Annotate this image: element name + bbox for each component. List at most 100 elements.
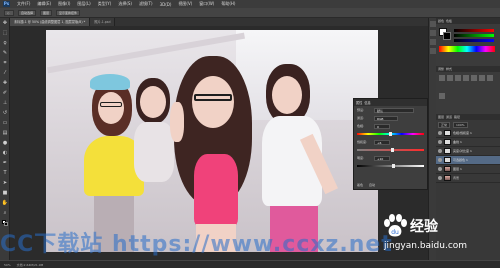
menu-layer[interactable]: 图层(L)	[77, 1, 90, 7]
history-brush-tool-icon[interactable]: ↺	[1, 109, 9, 117]
menu-window[interactable]: 窗口(W)	[199, 1, 214, 7]
hue-value-field[interactable]: 0	[374, 123, 390, 129]
blue-slider[interactable]	[454, 39, 494, 42]
auto-select-target[interactable]: 图层	[40, 9, 53, 16]
visibility-eye-icon[interactable]	[438, 140, 442, 144]
dodge-tool-icon[interactable]: ◐	[1, 149, 9, 157]
red-slider[interactable]	[454, 29, 494, 32]
menu-image[interactable]: 图像(I)	[58, 1, 70, 7]
status-bar: 50% 文档:2.64M/21.9M	[0, 260, 500, 268]
visibility-eye-icon[interactable]	[438, 176, 442, 180]
lightness-slider[interactable]	[357, 164, 424, 168]
eyedropper-tool-icon[interactable]: ⁄	[1, 69, 9, 77]
auto-select-checkbox[interactable]: 自动选择	[18, 9, 37, 16]
hand-tool-icon[interactable]: ✋	[1, 199, 9, 207]
menu-view[interactable]: 视图(V)	[178, 1, 192, 7]
move-tool-preset[interactable]: ◇	[4, 9, 14, 16]
hue-slider[interactable]	[357, 132, 424, 136]
pen-tool-icon[interactable]: ✒	[1, 159, 9, 167]
vibrance-icon[interactable]	[471, 75, 477, 81]
tab-properties[interactable]: 属性	[356, 100, 362, 105]
properties-panel-header: 属性 信息	[354, 99, 427, 106]
layer-row[interactable]: 亮度/对比度 1	[436, 147, 500, 156]
preset-select[interactable]: 默认	[374, 107, 414, 113]
properties-panel: 属性 信息 预设: 默认 通道: RGB 色相: 0 饱和度: +6 明度: +…	[353, 98, 428, 190]
curves-icon[interactable]	[455, 75, 461, 81]
visibility-eye-icon[interactable]	[438, 158, 442, 162]
eraser-tool-icon[interactable]: ▭	[1, 119, 9, 127]
saturation-value-field[interactable]: +6	[374, 139, 390, 145]
quick-select-tool-icon[interactable]: ✎	[1, 49, 9, 57]
menu-filter[interactable]: 滤镜(T)	[139, 1, 153, 7]
tab-layers[interactable]: 图层	[438, 115, 444, 119]
colorize-checkbox[interactable]: 着色	[357, 183, 363, 187]
saturation-slider-knob[interactable]	[391, 148, 394, 152]
lightness-value-field[interactable]: +10	[374, 155, 390, 161]
tools-panel: ✥ ⬚ ϙ ✎ ⌗ ⁄ ✚ ✐ ⊥ ↺ ▭ ▤ ● ◐ ✒ T ➤ ■ ✋ ⌕	[0, 18, 10, 260]
menu-type[interactable]: 类型(Y)	[98, 1, 112, 7]
tab-active-document[interactable]: 未标题-1 @ 50% (曲线调整图层 1, 图层蒙版/8) *	[10, 18, 91, 26]
menu-select[interactable]: 选择(S)	[118, 1, 132, 7]
layer-name: 亮度/对比度 1	[453, 149, 472, 153]
hue-slider-row	[354, 130, 427, 138]
tab-paths[interactable]: 路径	[454, 115, 460, 119]
color-spectrum[interactable]	[439, 46, 495, 52]
brush-tool-icon[interactable]: ✐	[1, 89, 9, 97]
visibility-eye-icon[interactable]	[438, 167, 442, 171]
show-transform-checkbox[interactable]: 显示变换控件	[56, 9, 81, 16]
layer-row[interactable]: 背景	[436, 174, 500, 183]
lightness-slider-knob[interactable]	[392, 164, 396, 168]
type-tool-icon[interactable]: T	[1, 169, 9, 177]
svg-text:du: du	[391, 229, 399, 236]
layer-row[interactable]: 色相/饱和度 1	[436, 129, 500, 138]
menu-edit[interactable]: 编辑(E)	[37, 1, 51, 7]
tab-channels[interactable]: 通道	[446, 115, 452, 119]
green-slider[interactable]	[454, 34, 494, 37]
tab-swatches[interactable]: 色板	[446, 19, 452, 23]
menu-3d[interactable]: 3D(D)	[160, 2, 172, 7]
marquee-tool-icon[interactable]: ⬚	[1, 29, 9, 37]
saturation-slider[interactable]	[357, 148, 424, 152]
hue-saturation-icon[interactable]	[479, 75, 485, 81]
visibility-eye-icon[interactable]	[438, 149, 442, 153]
channel-select[interactable]: RGB	[374, 115, 398, 121]
background-color-swatch[interactable]	[443, 32, 451, 40]
visibility-eye-icon[interactable]	[438, 131, 442, 135]
gradient-tool-icon[interactable]: ▤	[1, 129, 9, 137]
menu-help[interactable]: 帮助(H)	[221, 1, 235, 7]
shape-tool-icon[interactable]: ■	[1, 189, 9, 197]
layer-mask-thumbnail	[444, 148, 451, 154]
auto-button[interactable]: 自动	[369, 183, 375, 187]
crop-tool-icon[interactable]: ⌗	[1, 59, 9, 67]
tab-second-document[interactable]: 照片-1.psd	[90, 18, 116, 26]
healing-tool-icon[interactable]: ✚	[1, 79, 9, 87]
tab-info[interactable]: 信息	[364, 100, 370, 105]
layer-row-selected[interactable]: 可选颜色 1	[436, 156, 500, 165]
tab-styles[interactable]: 样式	[446, 67, 452, 71]
layer-name: 曲线 1	[453, 140, 462, 144]
path-select-tool-icon[interactable]: ➤	[1, 179, 9, 187]
opacity-field[interactable]: 100%	[453, 121, 468, 128]
zoom-tool-icon[interactable]: ⌕	[1, 209, 9, 217]
lasso-tool-icon[interactable]: ϙ	[1, 39, 9, 47]
blend-mode-select[interactable]: 正常	[438, 121, 451, 128]
zoom-level[interactable]: 50%	[4, 263, 11, 267]
document-workspace[interactable]: 属性 信息 预设: 默认 通道: RGB 色相: 0 饱和度: +6 明度: +…	[10, 26, 428, 260]
stamp-tool-icon[interactable]: ⊥	[1, 99, 9, 107]
tab-color[interactable]: 颜色	[438, 19, 444, 23]
blur-tool-icon[interactable]: ●	[1, 139, 9, 147]
photo-canvas[interactable]	[46, 30, 378, 252]
layer-row[interactable]: 图层 1	[436, 165, 500, 174]
brightness-contrast-icon[interactable]	[439, 75, 445, 81]
color-balance-icon[interactable]	[487, 75, 493, 81]
tab-adjustments[interactable]: 调整	[438, 67, 444, 71]
menu-file[interactable]: 文件(F)	[17, 1, 30, 7]
layer-row[interactable]: 曲线 1	[436, 138, 500, 147]
layer-mask-thumbnail	[444, 130, 451, 136]
black-white-icon[interactable]	[439, 93, 445, 99]
move-tool-icon[interactable]: ✥	[1, 19, 9, 27]
exposure-icon[interactable]	[463, 75, 469, 81]
baidu-jingyan-url: jingyan.baidu.com	[384, 241, 468, 251]
levels-icon[interactable]	[447, 75, 453, 81]
hue-slider-knob[interactable]	[389, 132, 392, 136]
